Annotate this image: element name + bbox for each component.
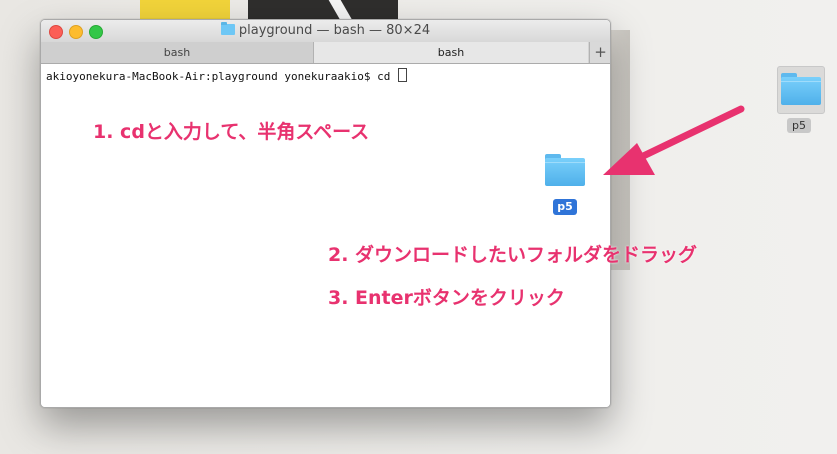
prompt-text: akioyonekura-MacBook-Air:playground yone… — [46, 70, 397, 83]
annotation-step-1: 1. cdと入力して、半角スペース — [93, 121, 370, 143]
dragged-folder-label: p5 — [553, 199, 577, 215]
window-title-area: playground — bash — 80×24 — [41, 20, 610, 42]
window-title: playground — bash — 80×24 — [238, 23, 431, 38]
annotation-step-2: 2. ダウンロードしたいフォルダをドラッグ — [328, 244, 698, 266]
desktop-folder-selection[interactable] — [777, 66, 825, 114]
title-bar[interactable]: playground — bash — 80×24 — [41, 20, 610, 43]
annotation-step-3: 3. Enterボタンをクリック — [328, 287, 565, 309]
drag-arrow-icon — [603, 105, 745, 175]
desktop-folder-icon[interactable] — [781, 71, 821, 107]
tab-bar: bash bash + — [41, 42, 610, 64]
tab-bash-2-active[interactable]: bash — [314, 42, 588, 63]
background-artwork — [140, 0, 230, 20]
terminal-content[interactable]: akioyonekura-MacBook-Air:playground yone… — [41, 64, 610, 407]
desktop-folder-label[interactable]: p5 — [787, 118, 811, 133]
dragged-folder-icon[interactable] — [545, 152, 585, 188]
folder-icon — [220, 22, 235, 35]
text-cursor — [398, 68, 407, 82]
background-artwork-dark — [248, 0, 398, 20]
new-tab-button[interactable]: + — [589, 42, 610, 63]
terminal-window: playground — bash — 80×24 bash bash + ak… — [40, 19, 611, 408]
tab-bash-1[interactable]: bash — [41, 42, 314, 63]
prompt-line: akioyonekura-MacBook-Air:playground yone… — [46, 68, 407, 83]
